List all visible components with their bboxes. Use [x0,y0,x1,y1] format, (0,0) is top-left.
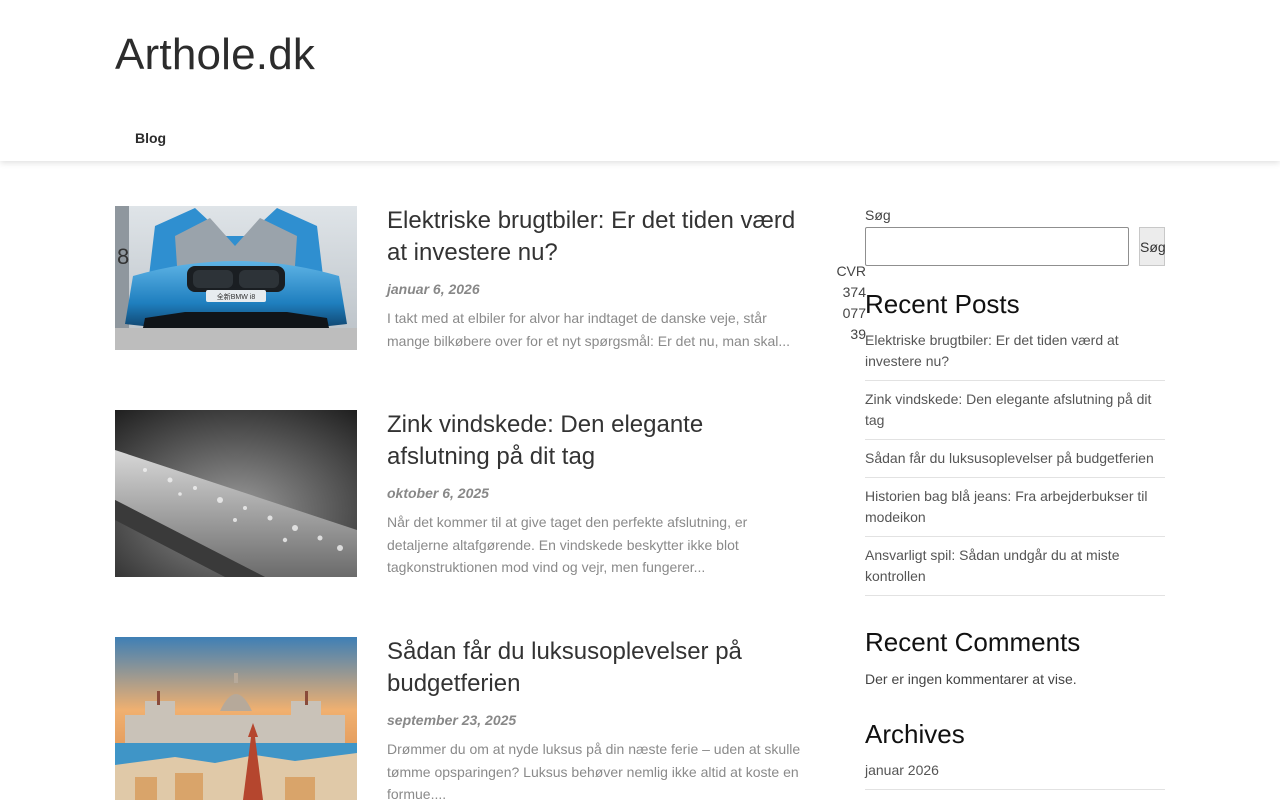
recent-posts-title: Recent Posts [865,289,1020,319]
nav-item-blog[interactable]: Blog [135,130,166,146]
cvr-number: CVR 374 077 39 [834,261,866,345]
recent-posts-list: Elektriske brugtbiler: Er det tiden værd… [865,322,1165,596]
cvr-line: CVR [836,263,866,279]
recent-post-link[interactable]: Ansvarligt spil: Sådan undgår du at mist… [865,537,1165,596]
post-thumbnail[interactable] [115,637,357,800]
search-label: Søg [865,207,891,223]
cvr-line: 39 [850,326,866,342]
recent-post-link[interactable]: Sådan får du luksusoplevelser på budgetf… [865,440,1165,478]
post-title[interactable]: Elektriske brugtbiler: Er det tiden værd… [387,205,807,269]
post-thumbnail[interactable]: 8 全新BMW i8 [115,206,357,350]
sidebar: Søg Søg Recent Posts Elektriske brugtbil… [865,205,1166,790]
archives-title: Archives [865,719,965,749]
post-excerpt: Drømmer du om at nyde luksus på din næst… [387,741,801,802]
post-content: Elektriske brugtbiler: Er det tiden værd… [387,206,807,352]
no-comments-text: Der er ingen kommentarer at vise. [865,671,1077,687]
cvr-line: 077 [842,305,866,321]
site-header: Arthole.dk Blog [0,0,1280,161]
post-content: Sådan får du luksusoplevelser på budgetf… [387,637,807,806]
recent-post-link[interactable]: Zink vindskede: Den elegante afslutning … [865,381,1165,440]
post-date[interactable]: september 23, 2025 [387,710,807,730]
recent-post-link[interactable]: Historien bag blå jeans: Fra arbejderbuk… [865,478,1165,537]
recent-post-link[interactable]: Elektriske brugtbiler: Er det tiden værd… [865,322,1165,381]
post-excerpt: I takt med at elbiler for alvor har indt… [387,310,791,349]
archive-link[interactable]: januar 2026 [865,752,1165,790]
search-button[interactable]: Søg [1139,227,1166,266]
car-image: 8 全新BMW i8 [115,206,357,350]
image-edge-text: 8 [117,244,129,269]
license-plate-text: 全新BMW i8 [217,292,256,301]
post-title[interactable]: Sådan får du luksusoplevelser på budgetf… [387,636,807,700]
search-input[interactable] [865,227,1129,266]
post-title[interactable]: Zink vindskede: Den elegante afslutning … [387,409,807,473]
post-excerpt: Når det kommer til at give taget den per… [387,514,748,575]
post-content: Zink vindskede: Den elegante afslutning … [387,410,807,579]
post-thumbnail[interactable] [115,410,357,577]
raindrops-image [115,410,357,577]
search-form: Søg [865,227,1166,267]
post-date[interactable]: januar 6, 2026 [387,279,807,299]
recent-comments-title: Recent Comments [865,627,1081,657]
cvr-line: 374 [842,284,866,300]
site-title[interactable]: Arthole.dk [115,30,315,80]
city-skyline-image [115,637,357,800]
post-date[interactable]: oktober 6, 2025 [387,483,807,503]
